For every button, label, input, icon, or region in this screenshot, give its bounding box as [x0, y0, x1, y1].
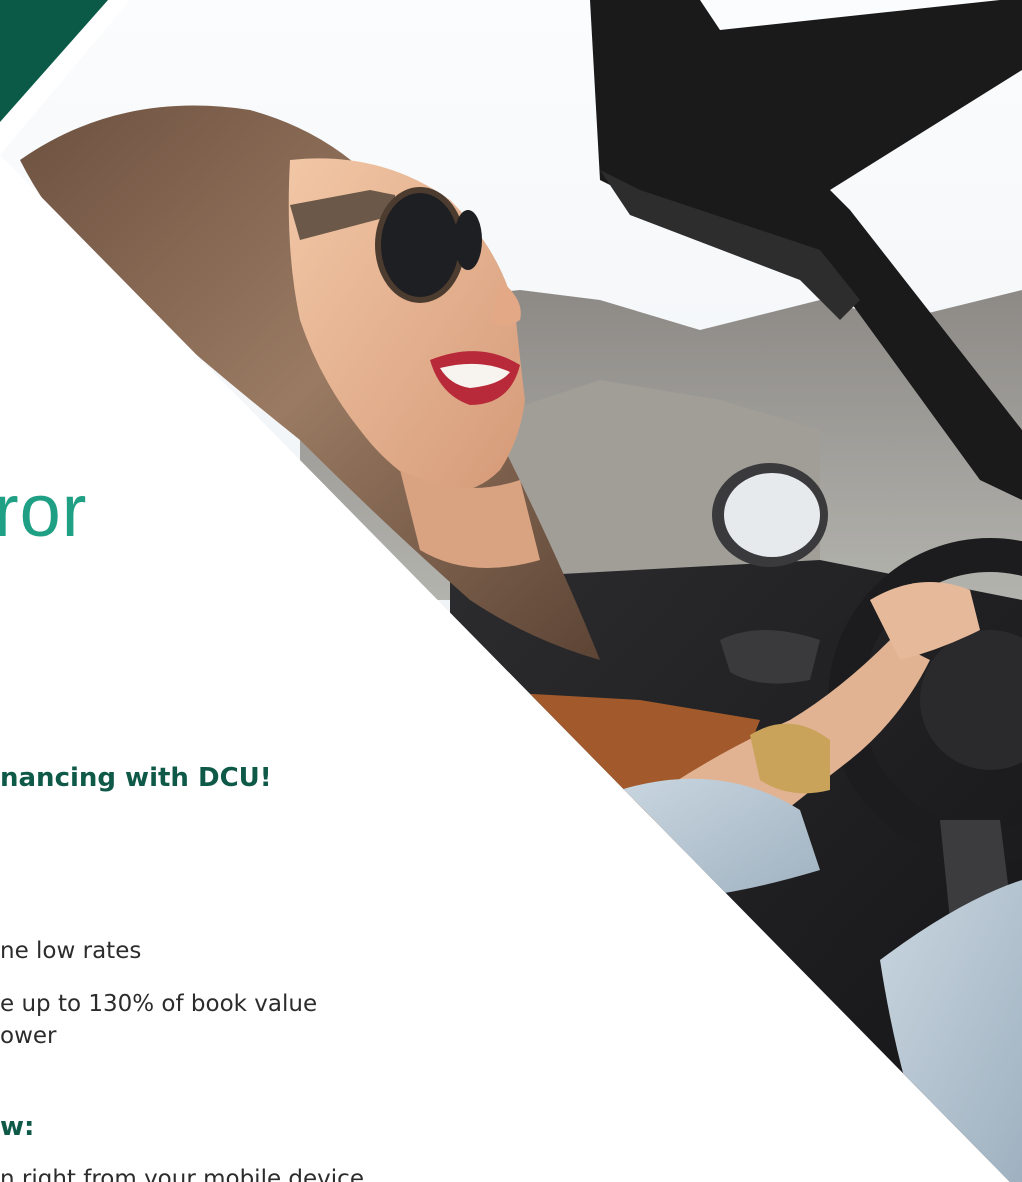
bullet-power: ower — [0, 1023, 57, 1049]
bullet-low-rates: ne low rates — [0, 938, 142, 964]
section-heading: w: — [0, 1112, 35, 1142]
corner-accent — [0, 0, 108, 122]
cutoff-line: n right from your mobile device — [0, 1166, 364, 1182]
ad-page: ror nancing with DCU! ne low rates e up … — [0, 0, 1022, 1182]
headline: ror — [0, 469, 88, 552]
bullet-book-value: e up to 130% of book value — [0, 991, 318, 1017]
subhead: nancing with DCU! — [0, 763, 272, 793]
